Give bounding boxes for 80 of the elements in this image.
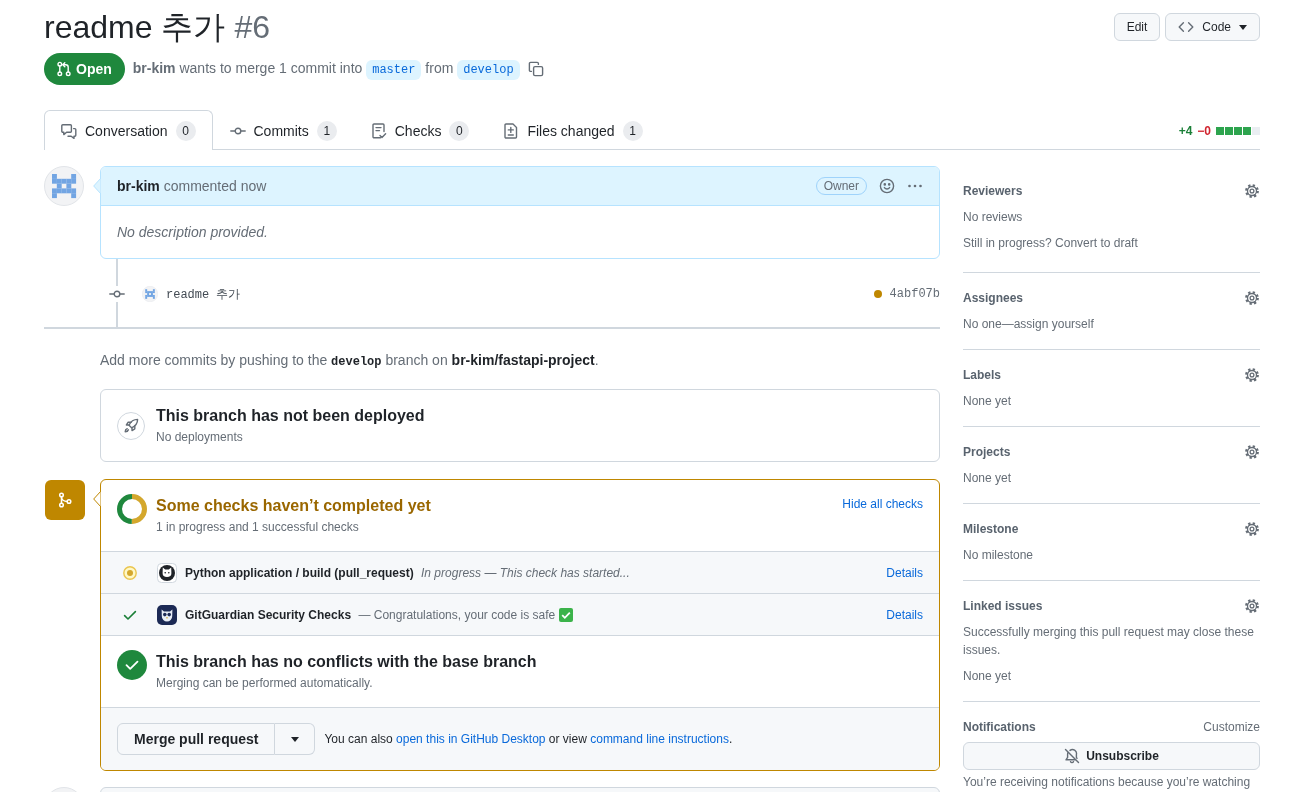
checks-summary: 1 in progress and 1 successful checks [156, 519, 360, 536]
cat-logo-icon [157, 562, 177, 583]
identicon-avatar[interactable] [44, 166, 84, 206]
smiley-icon[interactable] [879, 178, 895, 194]
comment-body: No description provided. [116, 223, 269, 242]
deployment-subtitle: No deployments [156, 429, 244, 446]
merge-hint: You can also open this in GitHub Desktop or view command line instructions. [324, 732, 733, 746]
gear-icon[interactable] [1244, 367, 1260, 383]
base-branch-link[interactable]: master [366, 60, 422, 80]
sidebar-section-text: None yet [963, 470, 1013, 487]
code-button[interactable]: Code [1165, 13, 1260, 41]
pr-title: readme 추가 [44, 8, 226, 47]
check-text: GitGuardian Security Checks — Congratulations, your code is safe [185, 607, 556, 622]
rocket-icon [117, 412, 145, 440]
customize-link[interactable]: Customize [1203, 720, 1260, 734]
tab[interactable]: Files changed 1 [486, 110, 660, 150]
pull-request-icon [56, 61, 72, 77]
tab-count: 1 [316, 120, 337, 141]
tab-count: 0 [449, 120, 470, 141]
unsubscribe-button[interactable]: Unsubscribe [963, 742, 1260, 770]
sidebar-section-text: No milestone [963, 547, 1035, 564]
push-hint: Add more commits by pushing to the develop branch on br-kim/fastapi-project. [44, 327, 940, 372]
sidebar-section-text: Still in progress? Convert to draft [963, 235, 1139, 252]
caret-down-icon [1239, 24, 1247, 30]
check-text: Python application / build (pull_request) In progress — This check has started... [185, 565, 630, 580]
conflicts-title: This branch has no conflicts with the base branch [156, 652, 537, 672]
merge-summary: br-kim wants to merge 1 commit into master from develop [132, 57, 520, 81]
hide-checks-link[interactable]: Hide all checks [842, 496, 923, 512]
sidebar-section-title[interactable]: Linked issues [963, 599, 1043, 613]
tab-count: 0 [175, 120, 196, 141]
commit-message-link[interactable]: readme 추가 [166, 285, 241, 303]
hint-link[interactable]: command line instructions [590, 732, 729, 746]
pr-state-text: Open [76, 61, 112, 77]
tab[interactable]: Commits 1 [212, 110, 354, 150]
tab[interactable]: Conversation 0 [44, 110, 213, 150]
sidebar-section-text: No one—assign yourself [963, 316, 1095, 333]
sidebar-section-text: Successfully merging this pull request may close these issues. [963, 624, 1255, 659]
speech-bubbles-icon [61, 122, 77, 139]
file-diff-icon [503, 122, 520, 139]
gear-icon[interactable] [1244, 444, 1260, 460]
code-icon [1178, 19, 1195, 35]
copy-icon[interactable] [527, 61, 544, 77]
merge-icon [45, 480, 85, 520]
head-branch-link[interactable]: develop [457, 60, 520, 80]
tab-count: 1 [622, 120, 643, 141]
details-link[interactable]: Details [886, 606, 923, 623]
sidebar-section-text: None yet [963, 393, 1013, 410]
sidebar-section-title[interactable]: Milestone [963, 522, 1019, 536]
deployment-title: This branch has not been deployed [156, 406, 425, 426]
gear-icon[interactable] [1244, 598, 1260, 614]
sidebar-section-title[interactable]: Labels [963, 368, 1001, 382]
caret-down-icon [290, 736, 299, 742]
status-dot-icon[interactable] [873, 290, 882, 298]
gear-icon[interactable] [1244, 183, 1260, 199]
checklist-icon [370, 122, 387, 139]
checks-title: Some checks haven’t completed yet [156, 496, 431, 516]
sidebar-section-title[interactable]: Assignees [963, 291, 1024, 305]
comment-author-line: br-kim commented now [117, 178, 267, 194]
deletions-count: −0 [1197, 123, 1211, 138]
owl-logo-icon [157, 604, 177, 625]
pr-number: #6 [234, 8, 270, 47]
tab[interactable]: Checks 0 [353, 110, 487, 150]
commit-sha-link[interactable]: 4abf07b [889, 287, 940, 301]
gear-icon[interactable] [1244, 290, 1260, 306]
conflicts-subtitle: Merging can be performed automatically. [156, 675, 374, 692]
progress-ring-icon [117, 494, 147, 524]
sidebar-section-title[interactable]: Projects [963, 445, 1011, 459]
sidebar-section-title: Notifications [963, 720, 1036, 734]
identicon-avatar[interactable] [142, 286, 158, 302]
gear-icon[interactable] [1244, 521, 1260, 537]
notification-note: You’re receiving notifications because you’re watching [963, 774, 1252, 790]
additions-count: +4 [1178, 123, 1193, 138]
details-link[interactable]: Details [886, 564, 923, 581]
sidebar-section-title[interactable]: Reviewers [963, 184, 1023, 198]
edit-button[interactable]: Edit [1113, 13, 1161, 41]
sidebar-section-text: No reviews [963, 209, 1024, 226]
hint-link[interactable]: open this in GitHub Desktop [396, 732, 546, 746]
bell-slash-icon [1064, 748, 1081, 764]
sidebar-section-text: None yet [963, 668, 1013, 685]
merge-button[interactable]: Merge pull request [117, 723, 276, 755]
